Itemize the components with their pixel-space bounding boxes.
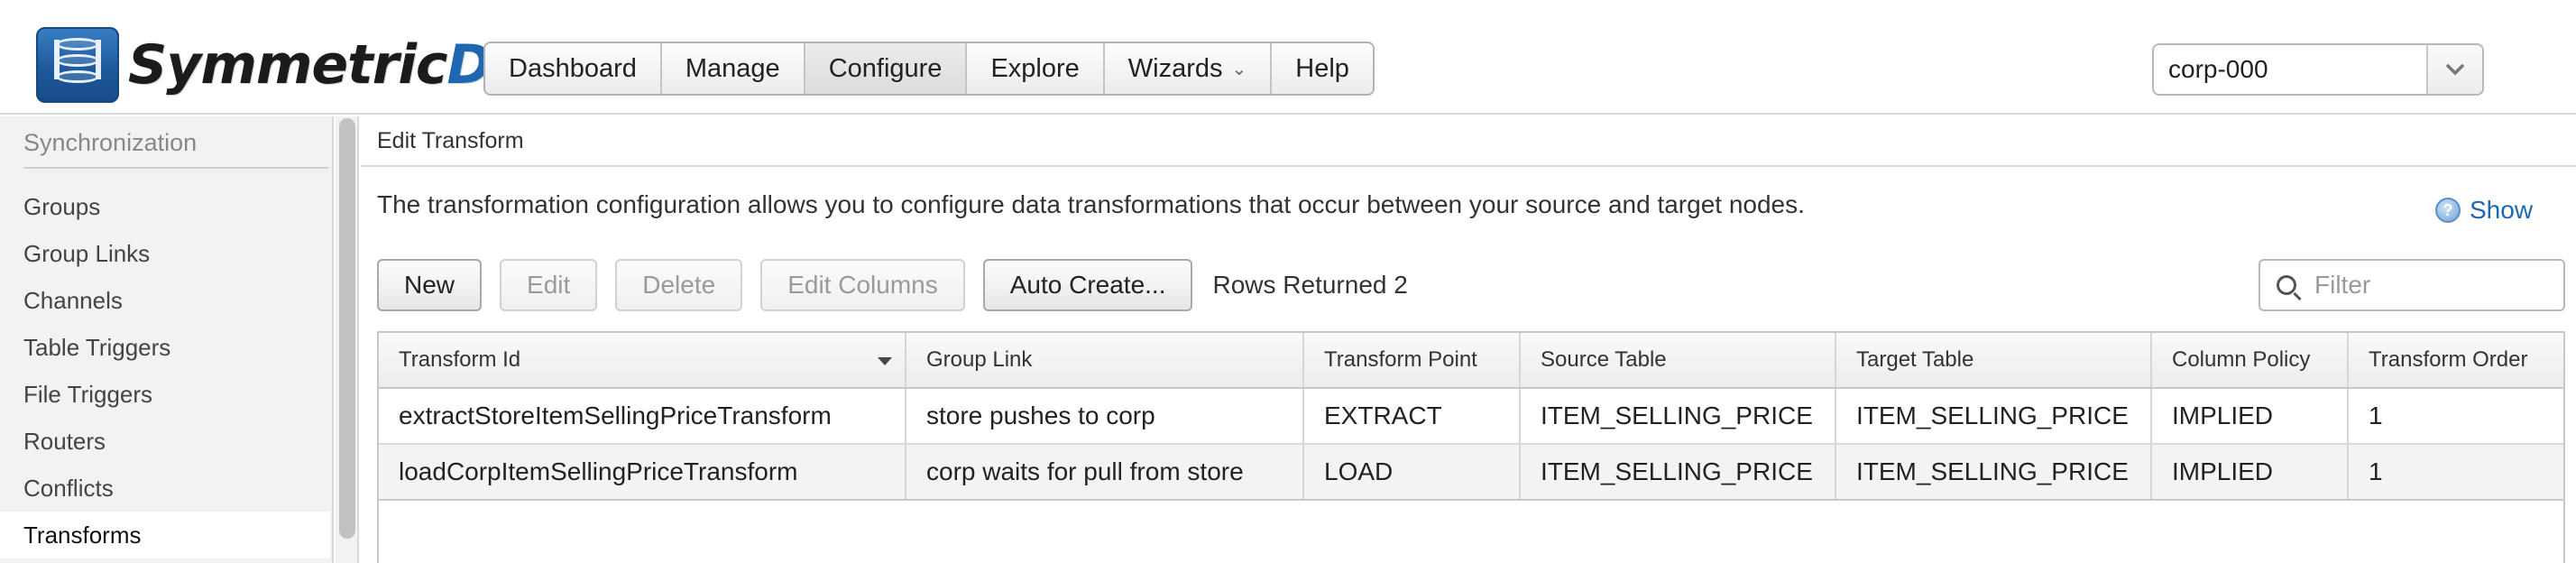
nav-configure[interactable]: Configure — [805, 43, 968, 94]
sidebar-item-groups[interactable]: Groups — [0, 183, 330, 230]
column-header-transform-point[interactable]: Transform Point — [1304, 333, 1521, 387]
table-cell: LOAD — [1304, 445, 1521, 499]
table-cell: IMPLIED — [2152, 445, 2349, 499]
sidebar-item-group-links[interactable]: Group Links — [0, 230, 330, 277]
sidebar-item-file-triggers[interactable]: File Triggers — [0, 371, 330, 418]
column-header-transform-id[interactable]: Transform Id — [379, 333, 906, 387]
auto-create-button[interactable]: Auto Create... — [982, 259, 1193, 311]
panel-description: The transformation configuration allows … — [377, 190, 1805, 218]
table-cell: store pushes to corp — [906, 389, 1304, 443]
delete-button[interactable]: Delete — [615, 259, 743, 311]
column-header-column-policy[interactable]: Column Policy — [2152, 333, 2349, 387]
column-header-label: Target Table — [1856, 347, 1974, 372]
sidebar-item-label: Groups — [23, 192, 101, 220]
table-row[interactable]: loadCorpItemSellingPriceTransform corp w… — [379, 445, 2563, 501]
new-button[interactable]: New — [377, 259, 483, 311]
column-header-label: Group Link — [926, 347, 1033, 372]
panel-title: Edit Transform — [361, 116, 2576, 167]
sidebar-item-channels[interactable]: Channels — [0, 277, 330, 324]
nav-manage-label: Manage — [685, 53, 780, 83]
node-selector-dropdown-button[interactable] — [2426, 45, 2482, 94]
column-header-source-table[interactable]: Source Table — [1521, 333, 1836, 387]
main-panel: Edit Transform The transformation config… — [361, 116, 2576, 563]
sidebar-item-label: Channels — [23, 286, 123, 314]
nav-help-label: Help — [1295, 53, 1349, 83]
table-cell: ITEM_SELLING_PRICE — [1521, 389, 1836, 443]
column-header-label: Column Policy — [2172, 347, 2311, 372]
edit-columns-button[interactable]: Edit Columns — [760, 259, 965, 311]
edit-button[interactable]: Edit — [500, 259, 598, 311]
table-cell: loadCorpItemSellingPriceTransform — [379, 445, 906, 499]
chevron-down-icon — [2445, 63, 2465, 76]
logo-wordmark: SymmetricDS — [128, 38, 530, 92]
nav-help[interactable]: Help — [1272, 43, 1373, 94]
table-cell: ITEM_SELLING_PRICE — [1836, 445, 2152, 499]
sort-descending-icon — [878, 357, 892, 365]
sidebar-scrollbar[interactable] — [336, 116, 359, 563]
sidebar-item-label: File Triggers — [23, 380, 153, 408]
sidebar: Synchronization Groups Group Links Chann… — [0, 116, 334, 563]
help-icon: ? — [2435, 198, 2461, 223]
table-header: Transform Id Group Link Transform Point … — [379, 333, 2563, 389]
nav-dashboard-label: Dashboard — [509, 53, 637, 83]
logo-text: Symmetric — [128, 33, 447, 97]
sidebar-item-label: Group Links — [23, 239, 151, 267]
table-cell: ITEM_SELLING_PRICE — [1836, 389, 2152, 443]
sidebar-heading: Synchronization — [23, 129, 328, 169]
sidebar-item-table-triggers[interactable]: Table Triggers — [0, 324, 330, 371]
filter-input[interactable] — [2314, 271, 2549, 300]
help-show-label: Show — [2470, 196, 2534, 224]
search-icon — [2277, 275, 2296, 295]
node-selector-value: corp-000 — [2168, 55, 2268, 83]
nav-manage[interactable]: Manage — [661, 43, 805, 94]
table-cell: IMPLIED — [2152, 389, 2349, 443]
sidebar-scrollbar-thumb[interactable] — [339, 118, 355, 539]
table-cell: corp waits for pull from store — [906, 445, 1304, 499]
table-cell: 1 — [2369, 457, 2383, 485]
column-header-label: Transform Id — [399, 347, 521, 372]
sidebar-item-label: Conflicts — [23, 474, 114, 502]
rows-returned-label: Rows Returned 2 — [1212, 271, 1408, 299]
table-cell: EXTRACT — [1304, 389, 1521, 443]
column-header-label: Source Table — [1541, 347, 1667, 372]
column-header-group-link[interactable]: Group Link — [906, 333, 1304, 387]
nav-wizards-label: Wizards — [1127, 53, 1223, 83]
column-header-label: Transform Order — [2369, 347, 2528, 372]
sidebar-item-conflicts[interactable]: Conflicts — [0, 465, 330, 512]
app-header: SymmetricDS Dashboard Manage Configure E… — [0, 0, 2576, 115]
nav-explore[interactable]: Explore — [967, 43, 1105, 94]
nav-explore-label: Explore — [990, 53, 1080, 83]
table-row[interactable]: extractStoreItemSellingPriceTransform st… — [379, 389, 2563, 445]
sidebar-item-label: Routers — [23, 427, 106, 455]
column-header-label: Transform Point — [1324, 347, 1477, 372]
filter-field[interactable] — [2259, 259, 2565, 311]
table-cell: ITEM_SELLING_PRICE — [1521, 445, 1836, 499]
column-header-target-table[interactable]: Target Table — [1836, 333, 2152, 387]
help-show-link[interactable]: ? Show — [2435, 196, 2533, 225]
main-nav: Dashboard Manage Configure Explore Wizar… — [483, 42, 1375, 96]
database-sync-icon — [36, 27, 119, 103]
node-selector[interactable]: corp-000 — [2152, 43, 2484, 96]
toolbar: New Edit Delete Edit Columns Auto Create… — [377, 259, 1408, 311]
transforms-table: Transform Id Group Link Transform Point … — [377, 331, 2565, 563]
table-cell: 1 — [2369, 401, 2383, 429]
app-logo[interactable]: SymmetricDS — [36, 27, 530, 103]
table-cell: extractStoreItemSellingPriceTransform — [379, 389, 906, 443]
sidebar-item-label: Table Triggers — [23, 333, 171, 361]
nav-configure-label: Configure — [828, 53, 943, 83]
sidebar-item-transforms[interactable]: Transforms — [0, 512, 330, 558]
sidebar-item-routers[interactable]: Routers — [0, 418, 330, 465]
column-header-transform-order[interactable]: Transform Order — [2349, 333, 2563, 387]
chevron-down-icon: ⌄ — [1231, 59, 1247, 79]
nav-wizards[interactable]: Wizards ⌄ — [1104, 43, 1273, 94]
sidebar-item-label: Transforms — [23, 521, 142, 549]
nav-dashboard[interactable]: Dashboard — [485, 43, 662, 94]
